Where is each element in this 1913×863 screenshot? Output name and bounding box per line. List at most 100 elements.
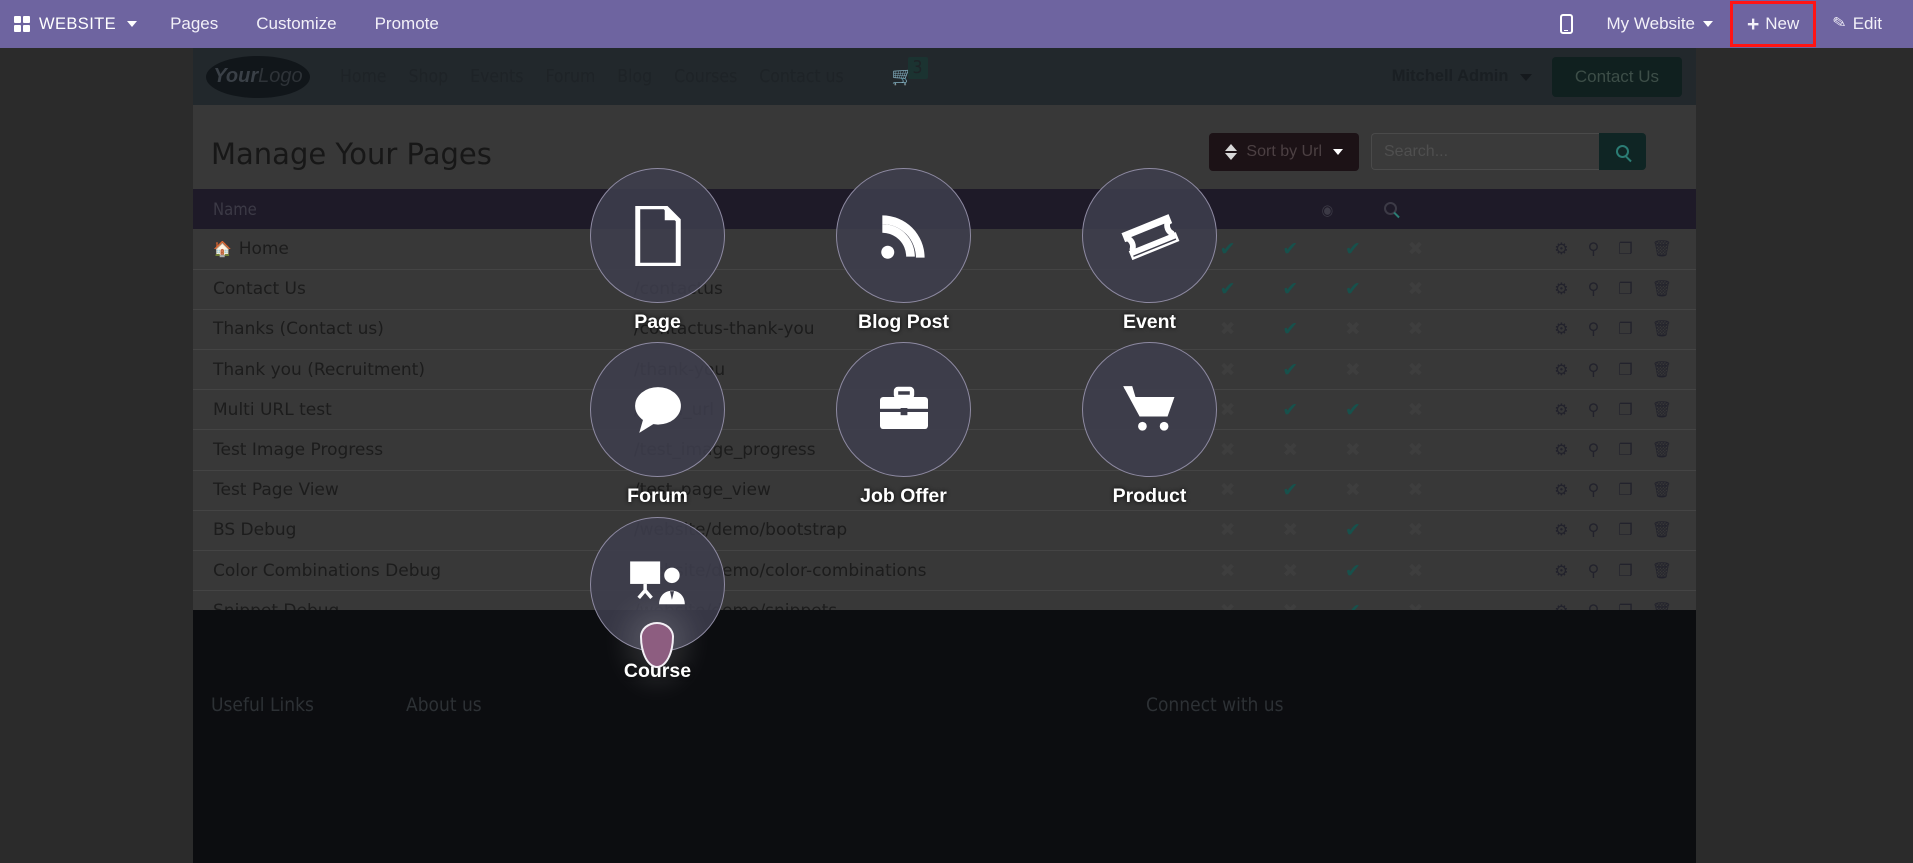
sort-by-url-button[interactable]: Sort by Url — [1209, 133, 1359, 171]
cell-flag-cross[interactable]: ✖ — [1384, 269, 1447, 309]
search-icon[interactable]: ⚲ — [1588, 440, 1600, 459]
table-row[interactable]: Test Image Progress/test_image_progress ✖… — [193, 430, 1696, 471]
gear-icon[interactable]: ⚙ — [1554, 440, 1568, 459]
table-row[interactable]: Contact Us/contactus ✔ ✔ ✔ ✖ ⚙ ⚲ ❐ 🗑 — [193, 269, 1696, 310]
nav-item-contact-us[interactable]: Contact us — [759, 67, 843, 87]
nav-item-home[interactable]: Home — [340, 67, 387, 87]
search-icon[interactable]: ⚲ — [1588, 239, 1600, 258]
apps-grid-icon[interactable] — [14, 16, 30, 32]
user-menu[interactable]: Mitchell Admin — [1392, 67, 1532, 86]
chevron-down-icon[interactable] — [127, 21, 138, 27]
table-row[interactable]: Test Page View/test_page_view ✖ ✔ ✖ ✖ ⚙ ⚲ ❐ 🗑 — [193, 470, 1696, 511]
cell-page-name[interactable]: Test Page View — [193, 470, 634, 510]
gear-icon[interactable]: ⚙ — [1554, 360, 1568, 379]
gear-icon[interactable]: ⚙ — [1554, 319, 1568, 338]
cell-flag-cross[interactable]: ✖ — [1259, 510, 1322, 550]
trash-icon[interactable]: 🗑 — [1652, 480, 1672, 499]
cell-flag-check[interactable]: ✔ — [1259, 269, 1322, 309]
cell-flag-check[interactable]: ✔ — [1322, 551, 1385, 591]
cell-page-name[interactable]: Thank you (Recruitment) — [193, 350, 634, 390]
table-row[interactable]: Multi URL test/multi_url ✖ ✔ ✔ ✖ ⚙ ⚲ ❐ 🗑 — [193, 390, 1696, 430]
cell-flag-check[interactable]: ✔ — [1259, 390, 1322, 430]
duplicate-icon[interactable]: ❐ — [1618, 360, 1632, 379]
cell-flag-cross[interactable]: ✖ — [1196, 390, 1259, 430]
search-icon[interactable]: ⚲ — [1588, 480, 1600, 499]
duplicate-icon[interactable]: ❐ — [1618, 319, 1632, 338]
nav-item-shop[interactable]: Shop — [409, 67, 449, 87]
cell-flag-cross[interactable]: ✖ — [1322, 470, 1385, 510]
chevron-down-icon[interactable] — [1333, 149, 1343, 155]
cell-page-url[interactable]: /contactus-thank-you — [634, 309, 1196, 349]
cell-page-name[interactable]: Contact Us — [193, 269, 634, 309]
duplicate-icon[interactable]: ❐ — [1618, 279, 1632, 298]
cell-flag-check[interactable]: ✔ — [1259, 229, 1322, 269]
cell-flag-cross[interactable]: ✖ — [1322, 350, 1385, 390]
contact-us-cta-button[interactable]: Contact Us — [1551, 56, 1682, 97]
cell-flag-cross[interactable]: ✖ — [1196, 470, 1259, 510]
gear-icon[interactable]: ⚙ — [1554, 400, 1568, 419]
search-icon[interactable]: ⚲ — [1588, 279, 1600, 298]
trash-icon[interactable]: 🗑 — [1652, 239, 1672, 258]
cell-page-name[interactable]: BS Debug — [193, 510, 634, 550]
cell-flag-check[interactable]: ✔ — [1259, 470, 1322, 510]
website-app-brand[interactable]: WEBSITE — [0, 0, 151, 48]
duplicate-icon[interactable]: ❐ — [1618, 400, 1632, 419]
trash-icon[interactable]: 🗑 — [1652, 319, 1672, 338]
gear-icon[interactable]: ⚙ — [1554, 520, 1568, 539]
search-icon[interactable]: ⚲ — [1588, 319, 1600, 338]
cell-flag-cross[interactable]: ✖ — [1196, 510, 1259, 550]
cell-page-url[interactable]: /contactus — [634, 269, 1196, 309]
cell-flag-check[interactable]: ✔ — [1322, 390, 1385, 430]
cell-page-url[interactable]: /multi_url — [634, 390, 1196, 430]
duplicate-icon[interactable]: ❐ — [1618, 520, 1632, 539]
gear-icon[interactable]: ⚙ — [1554, 561, 1568, 580]
cell-page-url[interactable]: /test_page_view — [634, 470, 1196, 510]
cell-flag-check[interactable]: ✔ — [1259, 309, 1322, 349]
cell-flag-cross[interactable]: ✖ — [1196, 350, 1259, 390]
cell-flag-cross[interactable]: ✖ — [1384, 430, 1447, 470]
cell-page-name[interactable]: Thanks (Contact us) — [193, 309, 634, 349]
website-selector[interactable]: My Website — [1590, 0, 1731, 48]
cell-flag-cross[interactable]: ✖ — [1196, 309, 1259, 349]
trash-icon[interactable]: 🗑 — [1652, 279, 1672, 298]
search-submit-button[interactable] — [1599, 133, 1646, 170]
cell-page-name[interactable]: 🏠 Home — [193, 229, 634, 269]
cell-page-name[interactable]: Test Image Progress — [193, 430, 634, 470]
cell-flag-check[interactable]: ✔ — [1196, 269, 1259, 309]
cell-page-url[interactable]: /website/demo/bootstrap — [634, 510, 1196, 550]
cell-flag-cross[interactable]: ✖ — [1259, 551, 1322, 591]
column-header-name[interactable]: Name — [193, 189, 634, 229]
table-row[interactable]: Thank you (Recruitment) /thank-you ✖ ✔ ✖ ✖ ⚙ ⚲ ❐… — [193, 350, 1696, 390]
nav-item-courses[interactable]: Courses — [674, 67, 737, 87]
menu-item-promote[interactable]: Promote — [356, 0, 458, 48]
chevron-down-icon[interactable] — [1703, 21, 1714, 27]
new-button[interactable]: + New — [1730, 0, 1817, 48]
trash-icon[interactable]: 🗑 — [1652, 400, 1672, 419]
cell-flag-cross[interactable]: ✖ — [1196, 551, 1259, 591]
cell-page-url[interactable]: /thank-you — [634, 350, 1196, 390]
nav-item-forum[interactable]: Forum — [545, 67, 595, 87]
cell-flag-cross[interactable]: ✖ — [1384, 229, 1447, 269]
duplicate-icon[interactable]: ❐ — [1618, 440, 1632, 459]
cell-flag-cross[interactable]: ✖ — [1384, 470, 1447, 510]
cell-page-url[interactable]: /website/demo/color-combinations — [634, 551, 1196, 591]
trash-icon[interactable]: 🗑 — [1652, 360, 1672, 379]
gear-icon[interactable]: ⚙ — [1554, 239, 1568, 258]
chevron-down-icon[interactable] — [1519, 74, 1532, 81]
cell-flag-cross[interactable]: ✖ — [1384, 551, 1447, 591]
table-row[interactable]: Color Combinations Debug/website/demo/co… — [193, 551, 1696, 591]
edit-button[interactable]: ✎ Edit — [1816, 0, 1899, 48]
trash-icon[interactable]: 🗑 — [1652, 440, 1672, 459]
cell-page-name[interactable]: Multi URL test — [193, 390, 634, 430]
cell-flag-check[interactable]: ✔ — [1322, 229, 1385, 269]
nav-item-blog[interactable]: Blog — [617, 67, 652, 87]
cell-flag-cross[interactable]: ✖ — [1259, 430, 1322, 470]
search-icon[interactable]: ⚲ — [1588, 360, 1600, 379]
search-icon[interactable]: ⚲ — [1588, 561, 1600, 580]
cell-flag-check[interactable]: ✔ — [1322, 269, 1385, 309]
cell-flag-cross[interactable]: ✖ — [1384, 350, 1447, 390]
cart-button[interactable]: 🛒 3 — [892, 56, 928, 87]
duplicate-icon[interactable]: ❐ — [1618, 561, 1632, 580]
nav-item-events[interactable]: Events — [470, 67, 523, 87]
search-icon[interactable]: ⚲ — [1588, 400, 1600, 419]
